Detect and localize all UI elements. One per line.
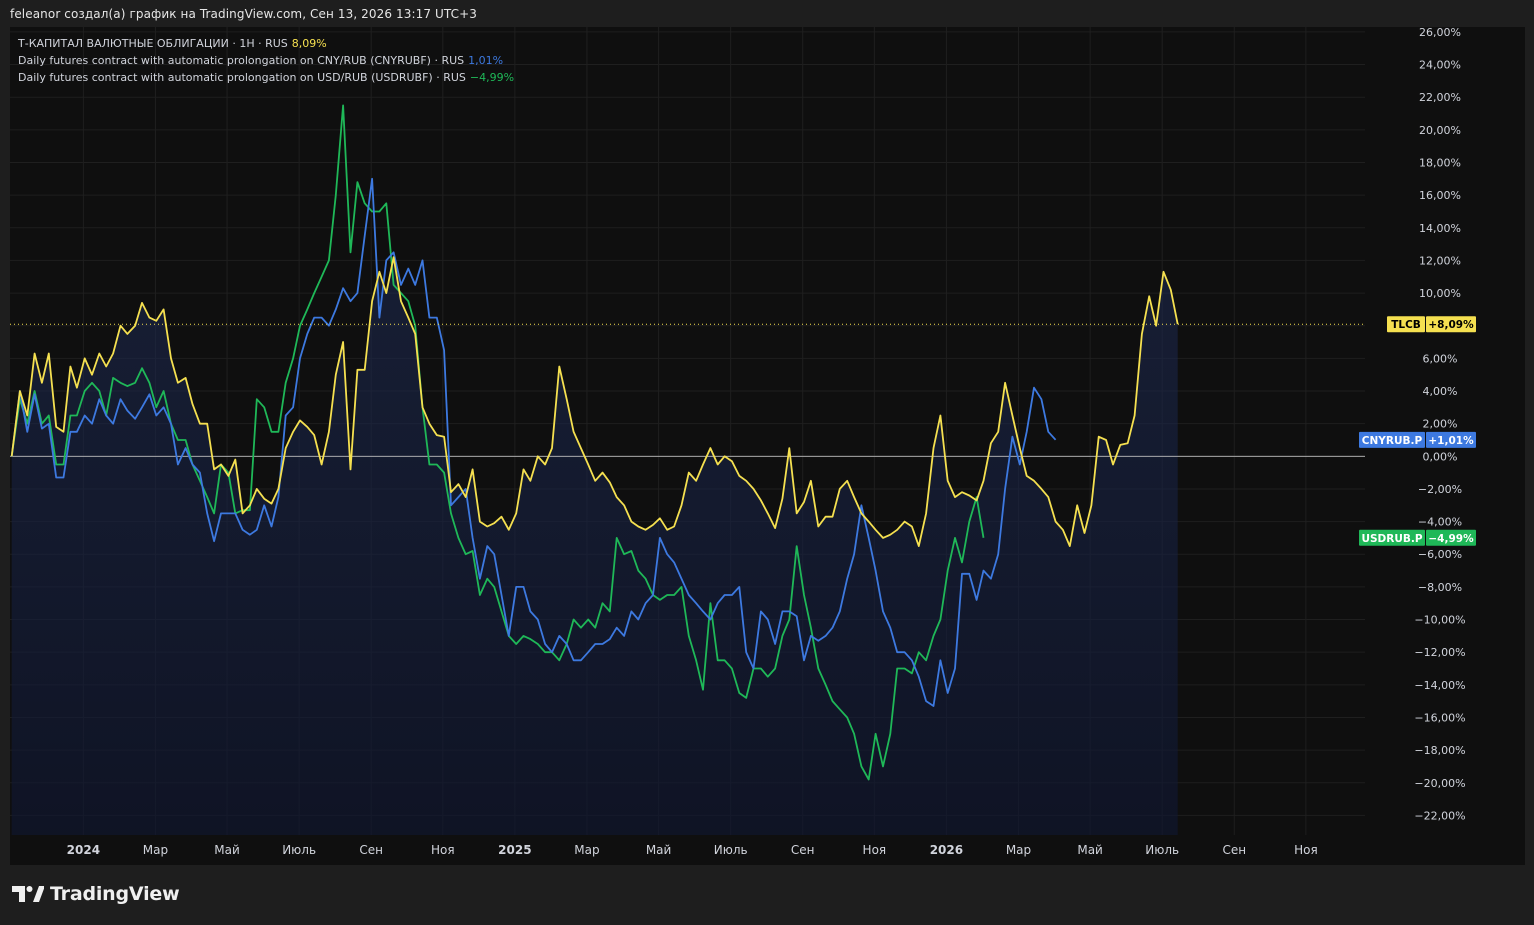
x-tick-label: Май [214, 843, 240, 857]
price-badge-cnyrubp: CNYRUB.P +1,01% [1359, 431, 1476, 448]
legend-name: Daily futures contract with automatic pr… [18, 71, 466, 84]
y-tick-label: −12,00% [1414, 646, 1465, 659]
x-tick-label: 2025 [498, 843, 531, 857]
x-tick-label: Ноя [431, 843, 455, 857]
y-tick-label: 26,00% [1419, 27, 1461, 39]
x-tick-label: Май [646, 843, 672, 857]
y-tick-label: 20,00% [1419, 124, 1461, 137]
x-tick-label: Ноя [863, 843, 887, 857]
chart-panel[interactable]: 26,00% 24,00% 22,00% 20,00% 18,00% 16,00% 14,0… [10, 27, 1525, 865]
y-tick-label: −4,00% [1418, 516, 1462, 529]
legend-item-tlcb[interactable]: Т-КАПИТАЛ ВАЛЮТНЫЕ ОБЛИГАЦИИ · 1H · RUS 8… [18, 35, 514, 52]
legend-name: Т-КАПИТАЛ ВАЛЮТНЫЕ ОБЛИГАЦИИ · 1H · RUS [18, 37, 288, 50]
legend-value: 1,01% [468, 54, 504, 67]
x-axis: 2024 Мар Май Июль Сен Ноя 2025 Мар Май Июль Сен Ноя… [67, 843, 1318, 857]
x-tick-label: 2024 [67, 843, 100, 857]
y-tick-label: −18,00% [1414, 744, 1465, 757]
y-tick-label: −14,00% [1414, 679, 1465, 692]
y-tick-label: 12,00% [1419, 254, 1461, 267]
series-area [11, 257, 1178, 835]
logo-text: TradingView [50, 883, 180, 905]
y-tick-label: −16,00% [1414, 711, 1465, 724]
x-tick-label: Июль [282, 843, 316, 857]
badge-value: +8,09% [1428, 319, 1474, 331]
y-tick-label: −2,00% [1418, 483, 1462, 496]
legend-value: 8,09% [291, 37, 327, 50]
badge-symbol: USDRUB.P [1361, 533, 1422, 545]
y-tick-label: −22,00% [1414, 809, 1465, 822]
chart-svg[interactable]: 26,00% 24,00% 22,00% 20,00% 18,00% 16,00% 14,0… [10, 27, 1525, 865]
y-tick-label: 18,00% [1419, 156, 1461, 169]
x-tick-label: Мар [574, 843, 599, 857]
y-tick-label: −20,00% [1414, 777, 1465, 790]
badge-symbol: TLCB [1391, 319, 1421, 331]
x-tick-label: Май [1077, 843, 1103, 857]
x-tick-label: Ноя [1294, 843, 1318, 857]
tradingview-logo-icon [12, 886, 44, 902]
x-tick-label: Сен [1222, 843, 1246, 857]
chart-header: feleanor создал(а) график на TradingView… [10, 7, 477, 21]
x-tick-label: Сен [359, 843, 383, 857]
legend-name: Daily futures contract with automatic pr… [18, 54, 465, 67]
y-tick-label: −10,00% [1414, 614, 1465, 627]
legend-item-cnyrub[interactable]: Daily futures contract with automatic pr… [18, 52, 514, 69]
x-tick-label: 2026 [930, 843, 963, 857]
y-tick-label: −6,00% [1418, 548, 1462, 561]
badge-symbol: CNYRUB.P [1362, 435, 1423, 447]
y-tick-label: 0,00% [1423, 450, 1458, 463]
x-tick-label: Сен [791, 843, 815, 857]
x-tick-label: Июль [714, 843, 748, 857]
tradingview-logo[interactable]: TradingView [12, 883, 180, 905]
y-tick-label: 16,00% [1419, 189, 1461, 202]
price-badges: TLCB +8,09% CNYRUB.P +1,01% USDRUB.P −4,99% [1359, 316, 1476, 546]
price-badge-tlcb: TLCB +8,09% [1387, 316, 1476, 333]
x-tick-label: Июль [1145, 843, 1179, 857]
y-tick-label: 4,00% [1423, 385, 1458, 398]
y-tick-label: 10,00% [1419, 287, 1461, 300]
badge-value: +1,01% [1428, 435, 1474, 447]
y-tick-label: 2,00% [1423, 418, 1458, 431]
x-tick-label: Мар [1006, 843, 1031, 857]
y-tick-label: −8,00% [1418, 581, 1462, 594]
price-badge-usdrubp: USDRUB.P −4,99% [1359, 529, 1476, 546]
legend: Т-КАПИТАЛ ВАЛЮТНЫЕ ОБЛИГАЦИИ · 1H · RUS 8… [18, 35, 514, 86]
y-tick-label: 22,00% [1419, 91, 1461, 104]
y-tick-label: 6,00% [1423, 352, 1458, 365]
legend-value: −4,99% [469, 71, 515, 84]
y-axis: 26,00% 24,00% 22,00% 20,00% 18,00% 16,00% 14,0… [1414, 27, 1465, 822]
tlcb-area [11, 257, 1178, 835]
x-tick-label: Мар [143, 843, 168, 857]
y-tick-label: 14,00% [1419, 222, 1461, 235]
y-tick-label: 24,00% [1419, 59, 1461, 72]
badge-value: −4,99% [1428, 533, 1474, 545]
legend-item-usdrub[interactable]: Daily futures contract with automatic pr… [18, 69, 514, 86]
